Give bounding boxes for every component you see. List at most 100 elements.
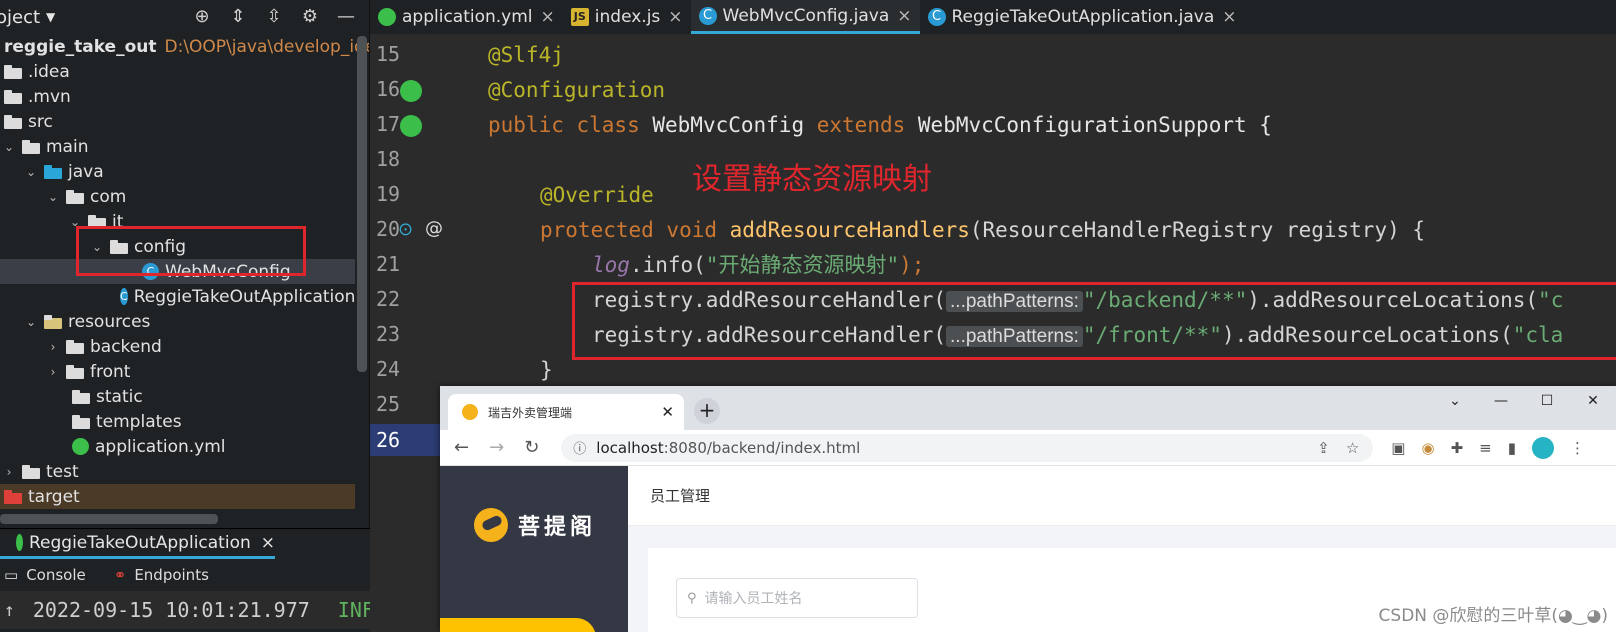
- info-icon[interactable]: ⓘ: [573, 438, 586, 457]
- tab-reggie-app-java[interactable]: C ReggieTakeOutApplication.java ×: [920, 0, 1245, 34]
- close-icon[interactable]: ×: [541, 7, 555, 27]
- arrow-up-icon[interactable]: ↑: [4, 600, 15, 621]
- tree-item-templates[interactable]: templates: [0, 409, 355, 434]
- tree-item-main[interactable]: ⌄ main: [0, 134, 355, 159]
- watermark: CSDN @欣慰的三叶草(◕‿◕): [1378, 606, 1608, 626]
- sidebar-active-item[interactable]: [440, 618, 596, 632]
- gear-icon[interactable]: ⚙: [299, 6, 321, 27]
- tab-webmvcconfig-java[interactable]: C WebMvcConfig.java ×: [690, 0, 920, 34]
- code-line-15: @Slf4j: [488, 40, 564, 70]
- puzzle-icon[interactable]: ✚: [1451, 439, 1464, 457]
- minimize-icon[interactable]: —: [335, 6, 357, 27]
- avatar[interactable]: [1531, 436, 1554, 459]
- tree-item-reggie-app[interactable]: C ReggieTakeOutApplication: [0, 284, 355, 309]
- app-header: 员工管理: [628, 466, 1616, 526]
- run-tab-label: ReggieTakeOutApplication: [28, 532, 251, 553]
- chevron-down-icon[interactable]: ⌄: [24, 165, 38, 179]
- app-logo: 菩提阁: [474, 508, 596, 542]
- tree-item-com[interactable]: ⌄ com: [0, 184, 355, 209]
- expand-all-icon[interactable]: ⇕: [227, 6, 249, 27]
- tab-application-yml[interactable]: application.yml ×: [370, 0, 563, 34]
- minimize-icon[interactable]: —: [1478, 386, 1524, 416]
- yml-icon: [378, 8, 396, 26]
- tree-item-mvn[interactable]: .mvn: [0, 84, 355, 109]
- collapse-all-icon[interactable]: ⇳: [263, 6, 285, 27]
- close-icon[interactable]: ×: [261, 533, 275, 553]
- tree-item-resources[interactable]: ⌄ resources: [0, 309, 355, 334]
- side-panel-icon[interactable]: ▮: [1508, 439, 1516, 457]
- tree-item-label: static: [96, 386, 143, 407]
- reload-icon[interactable]: ↻: [524, 437, 539, 458]
- editor-tabs: application.yml × JS index.js × C WebMvc…: [370, 0, 1616, 34]
- vertical-scrollbar[interactable]: [357, 36, 367, 372]
- chevron-down-icon[interactable]: ⌄: [1432, 386, 1478, 416]
- tree-item-static[interactable]: static: [0, 384, 355, 409]
- brace-token: }: [540, 358, 553, 382]
- tree-item-label: target: [28, 486, 80, 507]
- chevron-right-icon[interactable]: ›: [46, 340, 60, 354]
- annotation-token: @Configuration: [488, 78, 666, 102]
- run-tab[interactable]: ReggieTakeOutApplication ×: [0, 529, 275, 559]
- tree-item-front[interactable]: › front: [0, 359, 355, 384]
- project-panel-title[interactable]: oject: [0, 7, 40, 28]
- yml-icon: [72, 438, 89, 455]
- chevron-down-icon[interactable]: ⌄: [24, 315, 38, 329]
- spring-bean-icon[interactable]: [400, 80, 422, 102]
- reading-list-icon[interactable]: ≡: [1479, 439, 1492, 457]
- close-icon[interactable]: ✕: [1570, 386, 1616, 416]
- folder-icon: [22, 464, 40, 479]
- close-icon[interactable]: ×: [1222, 7, 1236, 27]
- tree-item-target[interactable]: target: [0, 484, 355, 509]
- close-icon[interactable]: ✕: [661, 403, 674, 421]
- tree-item-java[interactable]: ⌄ java: [0, 159, 355, 184]
- spring-bean-icon[interactable]: [400, 115, 422, 137]
- search-input[interactable]: ⚲ 请输入员工姓名: [676, 578, 918, 618]
- app-sidebar: 菩提阁: [440, 466, 628, 632]
- line-number: 23: [376, 322, 401, 346]
- address-bar[interactable]: ⓘ localhost:8080/backend/index.html ⇪ ☆: [561, 433, 1374, 462]
- tab-console[interactable]: ▭ Console: [4, 566, 86, 584]
- tree-item-label: ReggieTakeOutApplication: [133, 286, 356, 307]
- tree-root[interactable]: reggie_take_out D:\OOP\java\develop_idea…: [0, 34, 369, 59]
- resources-folder-icon: [44, 314, 62, 329]
- tab-label: index.js: [594, 7, 661, 27]
- tab-index-js[interactable]: JS index.js ×: [563, 0, 691, 34]
- line-number: 20: [376, 217, 401, 241]
- chevron-right-icon[interactable]: ›: [46, 365, 60, 379]
- search-icon: ⚲: [687, 590, 697, 606]
- spring-boot-class-icon: C: [120, 288, 128, 305]
- browser-tab[interactable]: 瑞吉外卖管理端 ✕: [448, 394, 684, 430]
- horizontal-scrollbar[interactable]: [0, 514, 218, 524]
- extension-icon[interactable]: ◉: [1421, 439, 1434, 457]
- locate-icon[interactable]: ⊕: [191, 6, 213, 27]
- chevron-down-icon[interactable]: ⌄: [2, 140, 16, 154]
- class-token: WebMvcConfigurationSupport {: [917, 113, 1272, 137]
- extension-icon[interactable]: ▣: [1391, 439, 1405, 457]
- maximize-icon[interactable]: ☐: [1524, 386, 1570, 416]
- chevron-right-icon[interactable]: ›: [2, 465, 16, 479]
- tree-item-src[interactable]: src: [0, 109, 355, 134]
- folder-icon: [72, 389, 90, 404]
- chevron-down-icon[interactable]: ▼: [46, 10, 55, 24]
- tree-item-label: java: [68, 161, 104, 182]
- close-icon[interactable]: ×: [668, 7, 682, 27]
- annotation-marker-icon[interactable]: @: [425, 218, 443, 239]
- tree-item-application-yml[interactable]: application.yml: [0, 434, 355, 459]
- browser-window: 瑞吉外卖管理端 ✕ + ⌄ — ☐ ✕ ← → ↻ ⓘ localhost:80…: [440, 386, 1616, 632]
- chevron-down-icon[interactable]: ⌄: [46, 190, 60, 204]
- back-icon[interactable]: ←: [454, 437, 469, 458]
- tree-item-idea[interactable]: .idea: [0, 59, 355, 84]
- close-icon[interactable]: ×: [897, 6, 911, 26]
- more-icon[interactable]: ⋮: [1570, 439, 1585, 457]
- override-marker-icon[interactable]: ⊙: [398, 219, 413, 240]
- project-toolbar: ⊕ ⇕ ⇳ ⚙ —: [191, 6, 357, 27]
- tab-endpoints[interactable]: ⚭ Endpoints: [114, 566, 209, 584]
- forward-icon[interactable]: →: [489, 437, 504, 458]
- star-icon[interactable]: ☆: [1346, 439, 1359, 457]
- tree-item-backend[interactable]: › backend: [0, 334, 355, 359]
- tree-item-test[interactable]: › test: [0, 459, 355, 484]
- share-icon[interactable]: ⇪: [1317, 439, 1330, 457]
- new-tab-button[interactable]: +: [694, 398, 720, 424]
- console-icon: ▭: [4, 566, 19, 584]
- method-token: addResourceHandlers: [729, 218, 970, 242]
